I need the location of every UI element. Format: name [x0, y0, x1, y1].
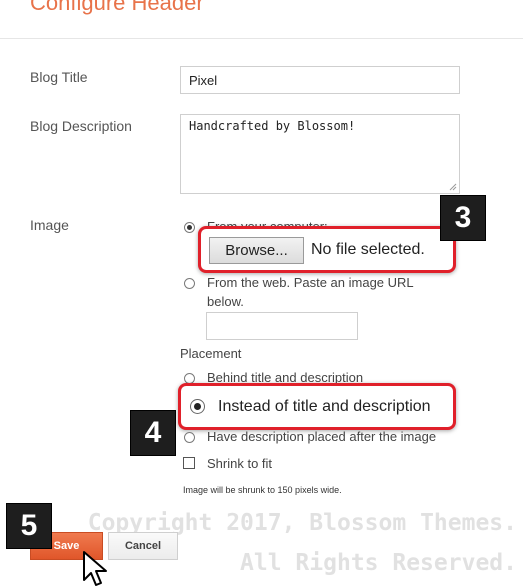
placement-label: Placement [180, 346, 242, 361]
placement-after-label: Have description placed after the image [207, 429, 437, 444]
blog-description-textarea[interactable]: Handcrafted by Blossom! [180, 114, 460, 194]
radio-placement-after[interactable] [184, 432, 195, 443]
dialog-title: Configure Header [30, 0, 204, 15]
radio-from-web[interactable] [184, 278, 195, 289]
step-3-badge: 3 [440, 195, 486, 241]
file-status: No file selected. [311, 241, 425, 258]
shrink-to-fit-checkbox[interactable] [183, 457, 195, 469]
blog-description-text: Handcrafted by Blossom! [189, 119, 356, 133]
blog-title-input[interactable] [180, 66, 460, 94]
step-5-badge: 5 [6, 503, 52, 549]
from-web-label: From the web. Paste an image URL below. [207, 275, 414, 309]
cancel-button[interactable]: Cancel [108, 532, 178, 560]
resize-grip-icon[interactable] [449, 183, 457, 191]
mouse-pointer-icon [83, 551, 107, 586]
image-url-input[interactable] [206, 312, 358, 340]
radio-from-computer[interactable] [184, 222, 195, 233]
shrink-note: Image will be shrunk to 150 pixels wide. [183, 485, 342, 495]
browse-button[interactable]: Browse... [209, 237, 304, 264]
shrink-to-fit-label: Shrink to fit [207, 456, 273, 471]
browse-highlight: Browse... No file selected. [198, 226, 456, 273]
placement-highlight: Instead of title and description [178, 383, 456, 430]
blog-title-label: Blog Title [30, 69, 88, 85]
placement-instead-label: Instead of title and description [218, 398, 431, 415]
radio-placement-instead[interactable] [190, 399, 205, 414]
watermark-line-2: All Rights Reserved. [240, 550, 517, 576]
step-4-badge: 4 [130, 410, 176, 456]
blog-description-label: Blog Description [30, 118, 132, 134]
header-divider [0, 38, 523, 39]
image-label: Image [30, 217, 69, 233]
